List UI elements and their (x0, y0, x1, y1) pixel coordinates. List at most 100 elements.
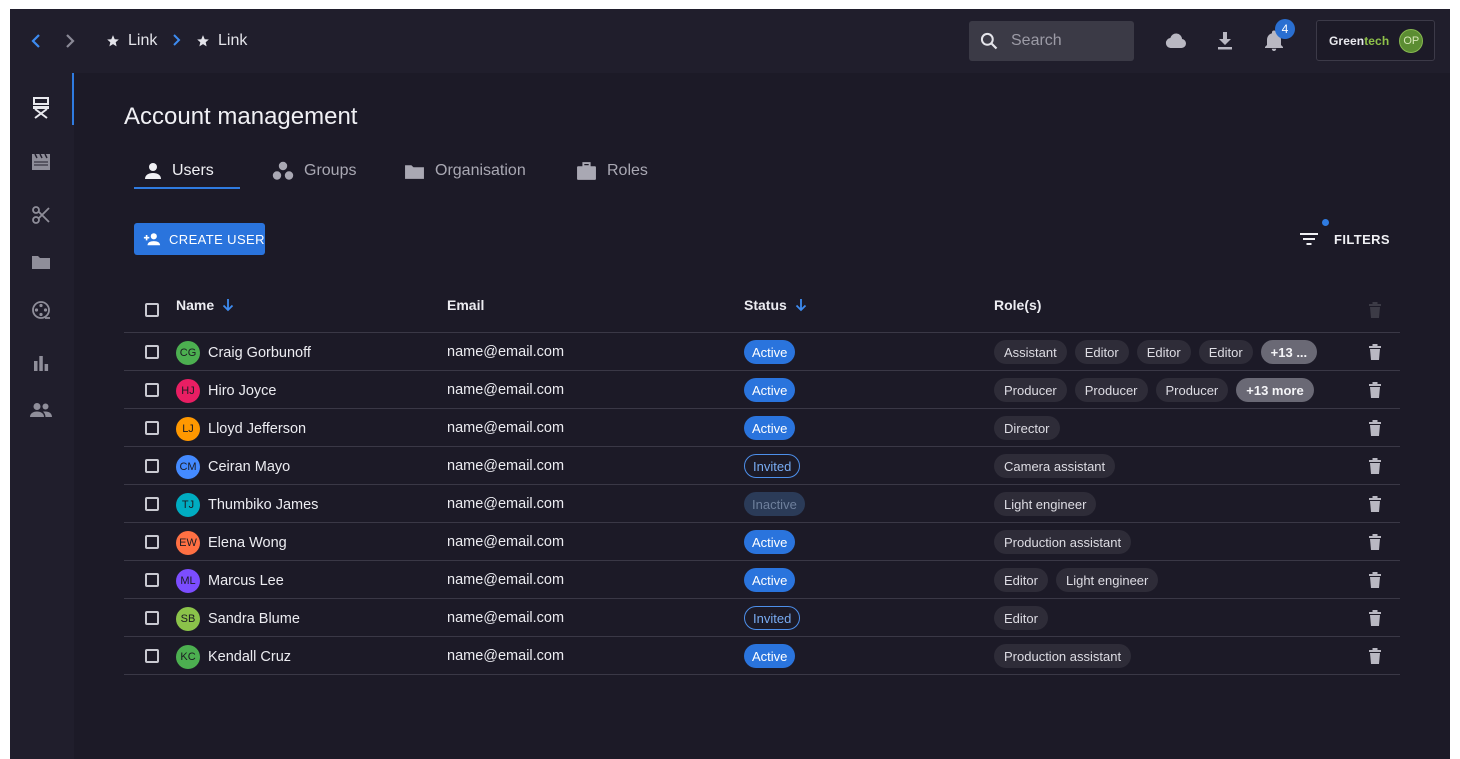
trash-icon[interactable] (1368, 495, 1382, 513)
trash-icon[interactable] (1368, 647, 1382, 665)
role-chip[interactable]: Light engineer (1055, 568, 1159, 592)
user-name[interactable]: Kendall Cruz (208, 649, 291, 665)
active-tab-indicator (134, 187, 240, 189)
row-checkbox[interactable] (145, 497, 159, 511)
row-checkbox[interactable] (145, 611, 159, 625)
row-checkbox[interactable] (145, 459, 159, 473)
trash-icon[interactable] (1368, 571, 1382, 589)
organisation-switcher[interactable]: Greentech OP (1316, 20, 1435, 61)
tab-roles[interactable]: Roles (576, 153, 648, 189)
table-row[interactable]: HJ Hiro Joyce name@email.com Active Prod… (124, 371, 1400, 409)
row-checkbox[interactable] (145, 649, 159, 663)
table-row[interactable]: CG Craig Gorbunoff name@email.com Active… (124, 333, 1400, 371)
tab-label: Groups (304, 162, 357, 179)
role-chip[interactable]: Producer (1074, 378, 1148, 402)
user-name[interactable]: Thumbiko James (208, 497, 318, 513)
column-header-status[interactable]: Status (744, 297, 807, 313)
trash-icon[interactable] (1368, 419, 1382, 437)
clapperboard-icon[interactable] (30, 151, 52, 173)
column-header-email[interactable]: Email (447, 297, 484, 313)
user-name[interactable]: Ceiran Mayo (208, 459, 290, 475)
more-roles-chip[interactable]: +13 more (1236, 378, 1314, 402)
role-chip[interactable]: Editor (994, 606, 1048, 630)
breadcrumb-item[interactable]: Link (106, 31, 157, 51)
row-checkbox[interactable] (145, 535, 159, 549)
trash-icon[interactable] (1368, 609, 1382, 627)
roles-cell: Editor Light engineer (994, 568, 1159, 592)
role-chip[interactable]: Production assistant (994, 530, 1132, 554)
roles-cell: Director (994, 416, 1060, 440)
table-row[interactable]: ML Marcus Lee name@email.com Active Edit… (124, 561, 1400, 599)
roles-cell: Editor (994, 606, 1048, 630)
user-name[interactable]: Hiro Joyce (208, 383, 277, 399)
column-header-label: Email (447, 297, 485, 313)
forward-arrow-icon[interactable] (60, 31, 80, 51)
table-row[interactable]: LJ Lloyd Jefferson name@email.com Active… (124, 409, 1400, 447)
app-window: Link Link Search 4 Greentech OP Account … (10, 9, 1450, 759)
director-chair-icon[interactable] (30, 97, 52, 119)
role-chip[interactable]: Production assistant (994, 644, 1132, 668)
role-chip[interactable]: Camera assistant (994, 454, 1116, 478)
create-user-label: CREATE USER (169, 231, 265, 247)
bar-chart-icon[interactable] (30, 352, 52, 374)
download-icon[interactable] (1213, 29, 1237, 53)
status-badge: Invited (744, 454, 801, 478)
role-chip[interactable]: Editor (1136, 340, 1191, 364)
user-avatar[interactable]: OP (1399, 28, 1424, 53)
cloud-icon[interactable] (1164, 29, 1188, 53)
tab-groups[interactable]: Groups (272, 153, 356, 189)
tab-users[interactable]: Users (144, 153, 214, 189)
tab-organisation[interactable]: Organisation (404, 153, 526, 189)
select-all-checkbox[interactable] (145, 303, 159, 317)
row-checkbox[interactable] (145, 345, 159, 359)
role-chip[interactable]: Producer (1155, 378, 1229, 402)
table-row[interactable]: KC Kendall Cruz name@email.com Active Pr… (124, 637, 1400, 675)
breadcrumb-label: Link (218, 32, 248, 49)
back-arrow-icon[interactable] (26, 31, 46, 51)
scissors-icon[interactable] (30, 204, 52, 226)
role-chip[interactable]: Assistant (994, 340, 1067, 364)
create-user-button[interactable]: CREATE USER (134, 223, 265, 255)
trash-icon[interactable] (1368, 343, 1382, 361)
table-row[interactable]: TJ Thumbiko James name@email.com Inactiv… (124, 485, 1400, 523)
user-email: name@email.com (447, 382, 565, 398)
user-name[interactable]: Elena Wong (208, 535, 287, 551)
people-icon[interactable] (30, 399, 52, 421)
role-chip[interactable]: Director (994, 416, 1060, 440)
role-chip[interactable]: Light engineer (994, 492, 1097, 516)
star-icon (197, 35, 209, 47)
role-chip[interactable]: Editor (1074, 340, 1129, 364)
row-checkbox[interactable] (145, 421, 159, 435)
trash-icon[interactable] (1368, 381, 1382, 399)
folder-icon[interactable] (30, 251, 52, 273)
user-email: name@email.com (447, 648, 565, 664)
breadcrumb-item[interactable]: Link (196, 31, 247, 51)
user-name[interactable]: Sandra Blume (208, 611, 300, 627)
sort-down-icon (223, 299, 234, 312)
row-checkbox[interactable] (145, 383, 159, 397)
film-reel-icon[interactable] (30, 299, 52, 321)
table-row[interactable]: CM Ceiran Mayo name@email.com Invited Ca… (124, 447, 1400, 485)
role-chip[interactable]: Producer (994, 378, 1067, 402)
user-name[interactable]: Marcus Lee (208, 573, 284, 589)
trash-icon[interactable] (1368, 533, 1382, 551)
role-chip[interactable]: Editor (994, 568, 1048, 592)
user-name-cell: ML Marcus Lee (176, 569, 284, 593)
search-input[interactable]: Search (969, 21, 1134, 61)
filters-button[interactable]: FILTERS (1298, 229, 1390, 249)
role-chip[interactable]: Editor (1198, 340, 1253, 364)
add-user-icon (143, 233, 161, 246)
user-name[interactable]: Craig Gorbunoff (208, 345, 311, 361)
table-row[interactable]: SB Sandra Blume name@email.com Invited E… (124, 599, 1400, 637)
more-roles-chip[interactable]: +13 ... (1260, 340, 1318, 364)
table-body: CG Craig Gorbunoff name@email.com Active… (124, 333, 1400, 675)
user-name[interactable]: Lloyd Jefferson (208, 421, 306, 437)
filters-label: FILTERS (1334, 231, 1390, 247)
column-header-name[interactable]: Name (176, 297, 234, 313)
roles-cell: Production assistant (994, 530, 1132, 554)
trash-icon[interactable] (1368, 457, 1382, 475)
table-row[interactable]: EW Elena Wong name@email.com Active Prod… (124, 523, 1400, 561)
status-badge: Active (744, 568, 796, 592)
row-checkbox[interactable] (145, 573, 159, 587)
column-header-roles[interactable]: Role(s) (994, 297, 1041, 313)
